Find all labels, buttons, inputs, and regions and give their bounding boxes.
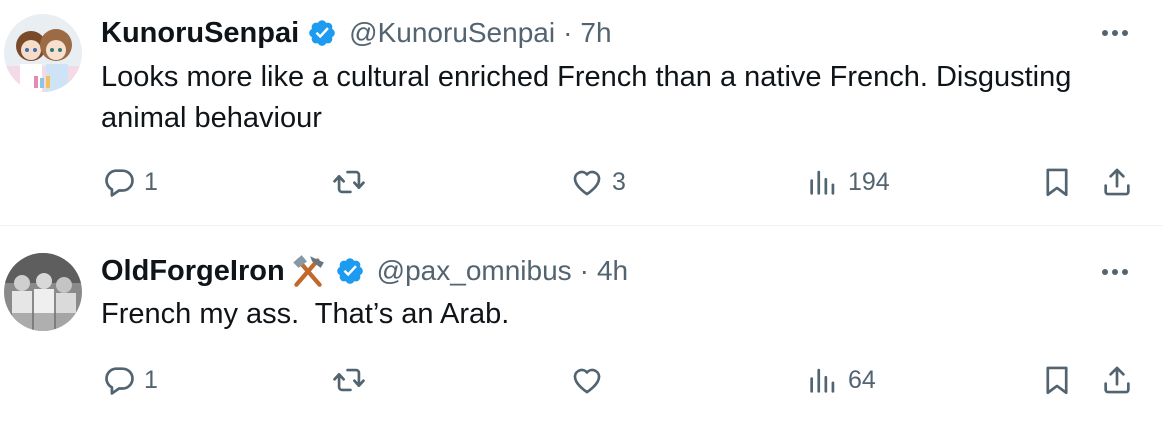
reply-button[interactable]: 1 [102, 162, 158, 202]
handle[interactable]: @pax_omnibus [377, 255, 572, 287]
tweet[interactable]: KunoruSenpai @KunoruSenpai · 7h Looks mo… [0, 0, 1163, 226]
display-name[interactable]: OldForgeIron [101, 255, 285, 288]
tweet-text: Looks more like a cultural enriched Fren… [101, 61, 1080, 134]
tweet-header: OldForgeIron @pax_omnibus · 4h [101, 251, 1123, 291]
retweet-icon [333, 368, 365, 392]
views-button[interactable]: 194 [806, 162, 890, 202]
share-button[interactable] [1100, 360, 1134, 400]
views-count: 64 [848, 365, 876, 394]
like-count: 3 [612, 167, 626, 196]
heart-icon [573, 170, 601, 196]
timestamp[interactable]: 4h [597, 255, 628, 287]
heart-icon [573, 368, 601, 394]
tweet-header: KunoruSenpai @KunoruSenpai · 7h [101, 13, 1123, 53]
bookmark-button[interactable] [1040, 360, 1074, 400]
tweet[interactable]: OldForgeIron @pax_omnibus · 4h French my… [0, 226, 1163, 422]
like-button[interactable] [570, 360, 612, 400]
bookmark-icon [1046, 168, 1068, 197]
reply-count: 1 [144, 167, 158, 196]
views-icon [810, 368, 835, 393]
views-count: 194 [848, 167, 890, 196]
verified-badge-icon[interactable] [307, 18, 337, 48]
reply-icon [105, 367, 134, 395]
photo-avatar-image [4, 253, 82, 331]
verified-badge-icon[interactable] [335, 256, 365, 286]
more-dots-icon[interactable] [1095, 18, 1135, 48]
avatar[interactable] [4, 14, 82, 92]
timestamp[interactable]: 7h [580, 17, 611, 49]
handle[interactable]: @KunoruSenpai [349, 17, 555, 49]
like-button[interactable]: 3 [570, 162, 626, 202]
views-button[interactable]: 64 [806, 360, 876, 400]
separator-dot: · [563, 17, 573, 48]
share-icon [1104, 168, 1130, 196]
avatar[interactable] [4, 253, 82, 331]
share-icon [1104, 366, 1130, 394]
display-name[interactable]: KunoruSenpai [101, 17, 299, 50]
separator-dot: · [579, 255, 589, 286]
more-dots-icon[interactable] [1095, 257, 1135, 287]
reply-icon [105, 169, 134, 197]
views-icon [810, 170, 835, 195]
anime-avatar-image [4, 14, 82, 92]
retweet-button[interactable] [332, 360, 374, 400]
tweet-text: French my ass. That’s an Arab. [101, 298, 510, 330]
reply-count: 1 [144, 365, 158, 394]
retweet-icon [333, 170, 365, 194]
reply-button[interactable]: 1 [102, 360, 158, 400]
retweet-button[interactable] [332, 162, 374, 202]
bookmark-button[interactable] [1040, 162, 1074, 202]
share-button[interactable] [1100, 162, 1134, 202]
hammer-and-pick-icon [289, 252, 327, 290]
bookmark-icon [1046, 366, 1068, 395]
